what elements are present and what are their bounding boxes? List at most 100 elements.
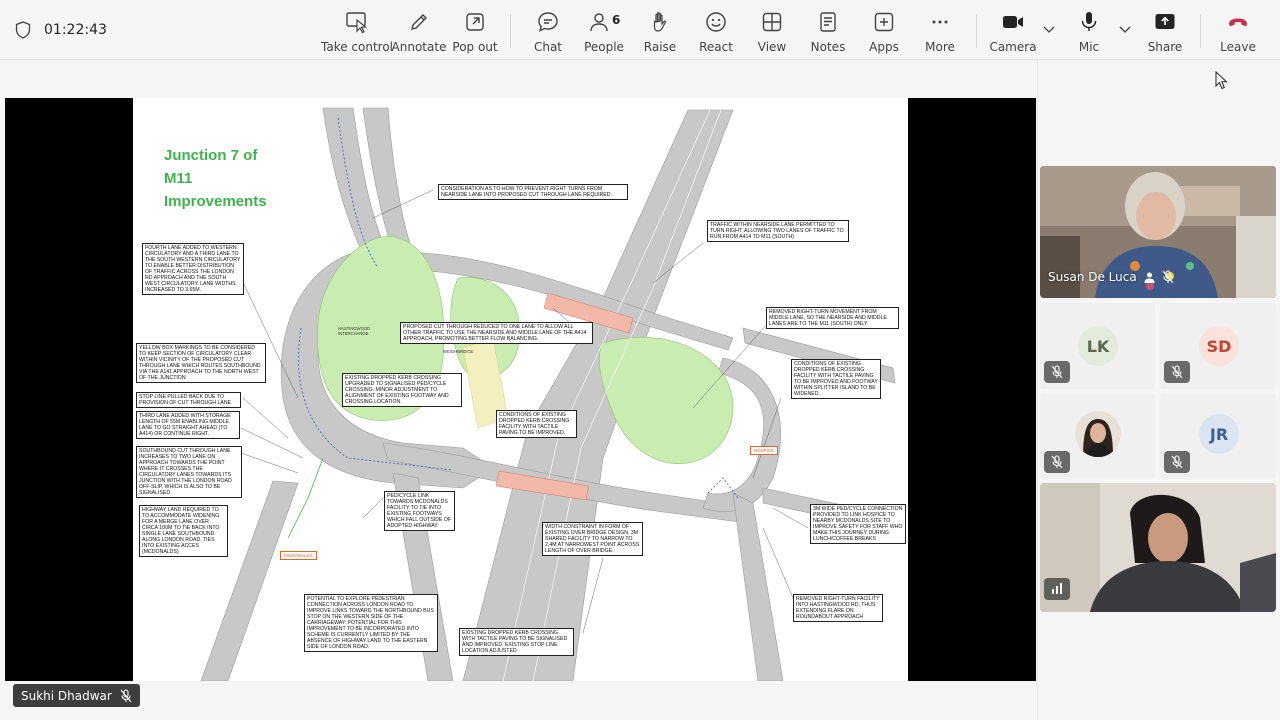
raised-hand-icon xyxy=(1144,272,1155,283)
weighbridge-label: Weighbridge xyxy=(443,349,474,354)
hospice-label: Hospice xyxy=(750,446,779,455)
participants-panel: Susan De Luca LK SD JR xyxy=(1037,60,1280,720)
take-control-label: Take control xyxy=(321,40,394,54)
notes-button[interactable]: Notes xyxy=(810,8,846,54)
take-control-icon xyxy=(346,12,368,34)
pop-out-icon xyxy=(466,13,484,31)
participant-photo-avatar xyxy=(1075,411,1121,457)
annotation-note: Fourth lane added to western circulatory… xyxy=(142,243,244,295)
chat-label: Chat xyxy=(533,40,563,54)
annotate-label: Annotate xyxy=(391,40,447,54)
annotation-note: Stop line pulled back due to provision o… xyxy=(136,392,241,408)
view-label: View xyxy=(757,40,787,54)
mic-options-chevron-icon[interactable] xyxy=(1118,22,1132,36)
ellipsis-icon xyxy=(932,20,948,24)
slide-title: Junction 7 of M11 Improvements xyxy=(164,147,267,210)
mic-muted-icon xyxy=(1051,365,1063,379)
participant-video-feed xyxy=(1040,483,1276,612)
participant-tile-jr[interactable]: JR xyxy=(1160,393,1276,479)
annotation-note: Existing dropped kerb crossing with tact… xyxy=(459,628,574,656)
participant-name: Susan De Luca xyxy=(1048,270,1137,284)
mic-muted-icon xyxy=(1051,455,1063,469)
hand-icon xyxy=(653,12,667,32)
shared-screen-stage: Junction 7 of M11 Improvements Considera… xyxy=(5,98,1036,681)
leave-label: Leave xyxy=(1220,40,1256,54)
leave-button[interactable]: Leave xyxy=(1220,8,1256,54)
share-label: Share xyxy=(1147,40,1183,54)
toolbar-divider xyxy=(976,14,977,48)
audio-indicator-badge xyxy=(1044,578,1070,600)
toolbar-divider xyxy=(1200,14,1201,48)
avatar-initials: JR xyxy=(1199,414,1239,454)
annotation-note: Southbound cut through lane increases to… xyxy=(136,446,242,498)
presenter-name-tag: Sukhi Dhadwar xyxy=(13,684,140,707)
smiley-icon xyxy=(706,12,726,32)
people-button[interactable]: 6 People xyxy=(584,8,624,54)
apps-button[interactable]: Apps xyxy=(866,8,902,54)
chat-icon xyxy=(538,12,558,32)
view-button[interactable]: View xyxy=(754,8,790,54)
annotation-note: Highway land required to to accommodate … xyxy=(139,505,228,557)
audio-level-icon xyxy=(1052,583,1062,594)
shield-icon[interactable] xyxy=(15,21,31,39)
take-control-button[interactable]: Take control xyxy=(321,8,393,54)
mic-muted-icon xyxy=(1171,365,1183,379)
mic-muted-icon xyxy=(120,688,132,702)
participant-name-tag: Susan De Luca xyxy=(1048,266,1174,288)
pen-icon xyxy=(411,14,427,30)
participant-video-tile[interactable]: Susan De Luca xyxy=(1040,166,1276,298)
avatar-initials: LK xyxy=(1078,326,1118,366)
muted-badge xyxy=(1164,451,1190,473)
interchange-label: Hastingwood Interchange xyxy=(338,326,371,336)
raise-hand-button[interactable]: Raise xyxy=(640,8,680,54)
annotation-note: Third lane added with storage length of … xyxy=(136,411,240,439)
annotation-note: Yellow box markings to be considered to … xyxy=(136,343,266,383)
participant-tile-photo[interactable] xyxy=(1040,393,1155,479)
hang-up-icon xyxy=(1229,18,1247,27)
annotation-note: Consideration as to how to prevent right… xyxy=(438,184,628,200)
camera-label: Camera xyxy=(989,40,1037,54)
participant-tile-lk[interactable]: LK xyxy=(1040,303,1155,389)
people-icon xyxy=(590,13,608,32)
raise-label: Raise xyxy=(643,40,677,54)
camera-button[interactable]: Camera xyxy=(989,8,1037,54)
grid-view-icon xyxy=(762,12,782,32)
video-camera-icon xyxy=(1003,16,1023,28)
share-screen-icon xyxy=(1155,14,1175,29)
microphone-icon xyxy=(1081,12,1097,31)
annotation-note: Ped/cycle link towards McDonalds facilit… xyxy=(384,491,455,531)
annotation-note: Width constraint in form of existing ove… xyxy=(542,522,643,556)
share-button[interactable]: Share xyxy=(1148,8,1182,54)
annotation-note: Conditions of existing dropped kerb cros… xyxy=(791,359,881,399)
annotation-note: Proposed cut through reduced to one lane… xyxy=(400,322,593,344)
muted-badge xyxy=(1044,451,1070,473)
teams-meeting-window: 01:22:43 Take control Annotate Pop out C… xyxy=(0,0,1280,720)
mic-button[interactable]: Mic xyxy=(1074,8,1104,54)
annotation-note: Removed right-turn movement from middle … xyxy=(766,307,899,329)
annotate-button[interactable]: Annotate xyxy=(392,8,446,54)
annotation-note: Traffic within nearside lane permitted t… xyxy=(707,220,849,242)
meeting-toolbar: 01:22:43 Take control Annotate Pop out C… xyxy=(0,0,1280,60)
mic-label: Mic xyxy=(1078,40,1100,54)
apps-label: Apps xyxy=(869,40,899,54)
camera-options-chevron-icon[interactable] xyxy=(1042,22,1056,36)
notes-label: Notes xyxy=(810,40,846,54)
annotation-note: Conditions of existing dropped kerb cros… xyxy=(496,410,577,438)
mouse-cursor-icon xyxy=(1215,71,1228,90)
chat-button[interactable]: Chat xyxy=(530,8,566,54)
pop-out-label: Pop out xyxy=(452,40,498,54)
annotation-note: Existing dropped kerb crossing upgraded … xyxy=(342,373,462,407)
participant-tile-sd[interactable]: SD xyxy=(1160,303,1276,389)
add-app-icon xyxy=(874,12,894,32)
annotation-note: Potential to explore pedestrian connecti… xyxy=(304,594,438,652)
self-video-tile[interactable] xyxy=(1040,483,1276,612)
react-button[interactable]: React xyxy=(698,8,734,54)
presenter-name: Sukhi Dhadwar xyxy=(21,688,112,703)
pop-out-button[interactable]: Pop out xyxy=(452,8,498,54)
avatar-initials: SD xyxy=(1199,326,1239,366)
mcdonalds-label: McDonalds xyxy=(280,551,317,560)
muted-badge xyxy=(1044,361,1070,383)
more-button[interactable]: More xyxy=(922,8,958,54)
muted-badge xyxy=(1164,361,1190,383)
mic-muted-icon xyxy=(1171,455,1183,469)
